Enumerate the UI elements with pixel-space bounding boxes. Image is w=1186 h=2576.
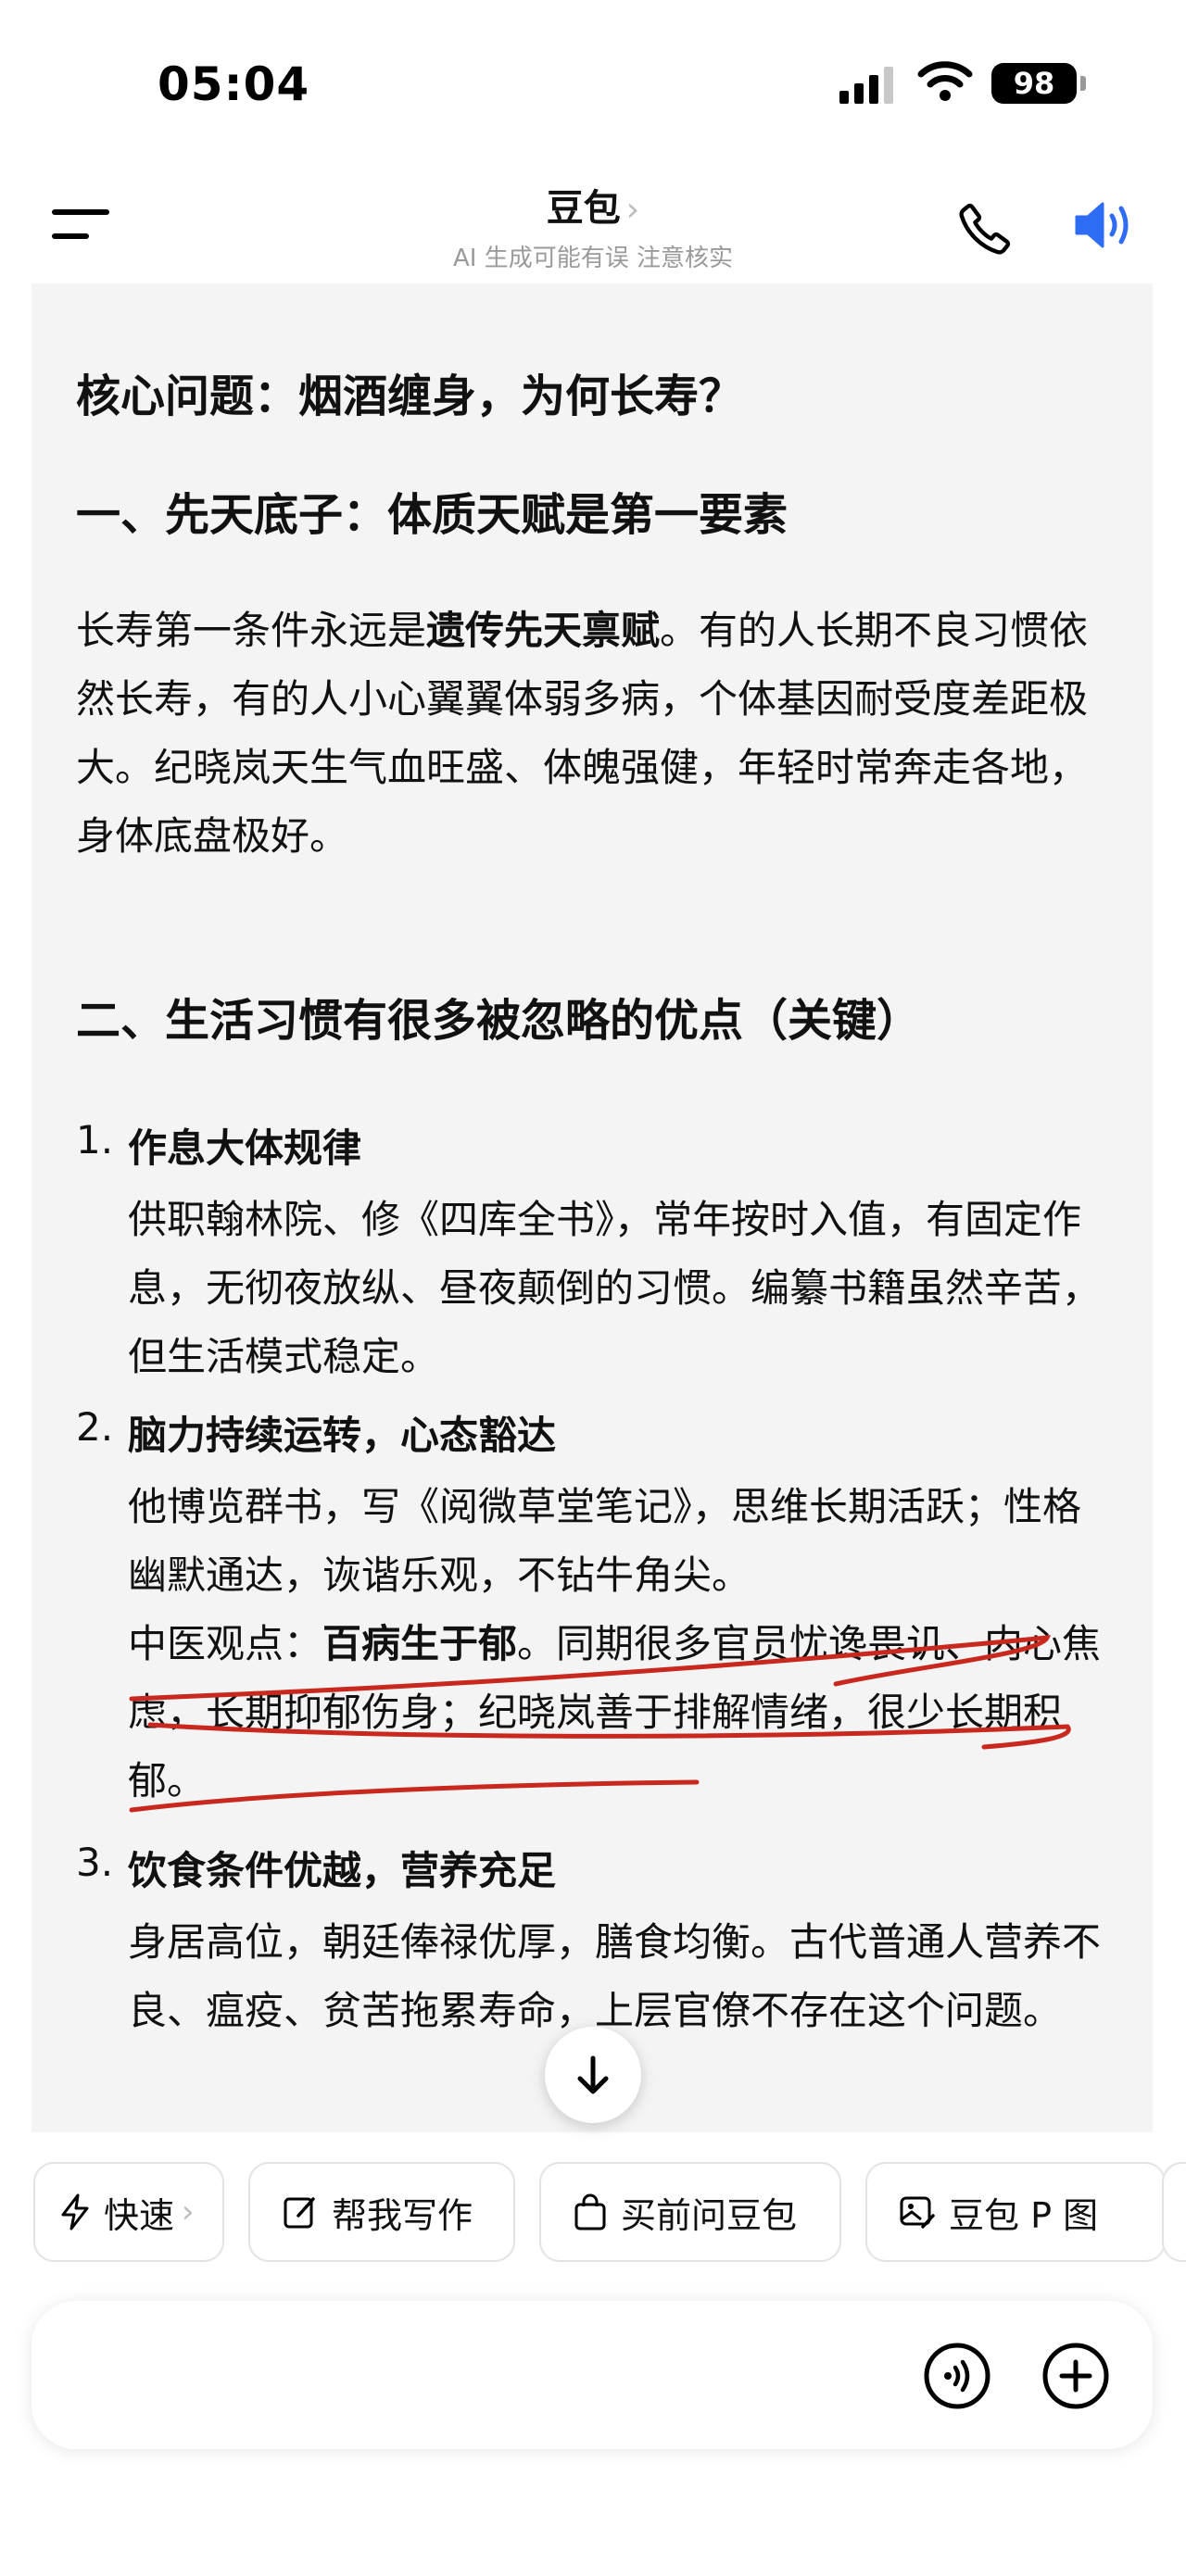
chip-label: 买前问豆包	[621, 2194, 798, 2236]
body-text: 他博览群书，写《阅微草堂笔记》，思维长期活跃；性格幽默通达，诙谐乐观，不钻牛角尖…	[128, 1484, 1082, 1598]
list-item-body: 身居高位，朝廷俸禄优厚，膳食均衡。古代普通人营养不良、瘟疫、贫苦拖累寿命，上层官…	[128, 1919, 1102, 2033]
chevron-right-icon: ›	[182, 2193, 195, 2230]
chevron-right-icon: ›	[625, 191, 640, 229]
chip-label: 快速	[104, 2194, 175, 2236]
scroll-to-bottom-button[interactable]	[545, 2027, 641, 2123]
message-heading: 核心问题：烟酒缠身，为何长寿？	[76, 371, 744, 422]
image-edit-icon	[899, 2193, 936, 2230]
para-bold: 遗传先天禀赋	[426, 608, 661, 653]
edit-icon	[282, 2193, 319, 2230]
list-number: 3.	[76, 1840, 114, 1885]
disclaimer-text: AI 生成可能有误 注意核实	[453, 245, 733, 272]
chip-shopping[interactable]: 买前问豆包	[539, 2162, 841, 2262]
chip-label: 豆包 P 图	[949, 2194, 1099, 2236]
message-input-bar[interactable]	[32, 2301, 1153, 2449]
chip-write[interactable]: 帮我写作	[248, 2162, 515, 2262]
bot-name: 豆包	[546, 187, 621, 230]
speaker-icon[interactable]	[1073, 198, 1138, 252]
body-text: 中医观点：	[128, 1621, 323, 1666]
chip-partial[interactable]	[1162, 2162, 1186, 2262]
voice-input-icon[interactable]	[923, 2342, 991, 2410]
section-2-title: 二、生活习惯有很多被忽略的优点（关键）	[76, 995, 922, 1047]
para-text: 长寿第一条件永远是	[76, 608, 427, 653]
status-time: 05:04	[158, 57, 310, 111]
section-1-title: 一、先天底子：体质天赋是第一要素	[76, 489, 789, 541]
cellular-signal-icon	[839, 67, 893, 104]
chip-label: 帮我写作	[332, 2194, 473, 2236]
body-bold: 百病生于郁	[322, 1621, 518, 1666]
section-1-paragraph: 长寿第一条件永远是遗传先天禀赋。有的人长期不良习惯依然长寿，有的人小心翼翼体弱多…	[76, 597, 1123, 871]
suggestion-chip-bar: 快速 › 帮我写作 买前问豆包 豆包 P 图	[0, 2162, 1186, 2268]
arrow-down-icon	[577, 2055, 609, 2094]
battery-nub	[1080, 76, 1086, 91]
plus-icon[interactable]	[1041, 2342, 1110, 2410]
phone-call-icon[interactable]	[956, 200, 1014, 258]
list-number: 2.	[76, 1404, 114, 1450]
chip-quick[interactable]: 快速 ›	[33, 2162, 224, 2262]
list-number: 1.	[76, 1117, 114, 1162]
chip-image-edit[interactable]: 豆包 P 图	[865, 2162, 1166, 2262]
list-item-body: 供职翰林院、修《四库全书》，常年按时入值，有固定作息，无彻夜放纵、昼夜颠倒的习惯…	[128, 1197, 1102, 1379]
wifi-icon	[917, 61, 973, 101]
page-title[interactable]: 豆包 ›	[315, 178, 871, 232]
lightning-icon	[59, 2193, 91, 2230]
list-item-title: 饮食条件优越，营养充足	[128, 1848, 557, 1893]
list-item-title: 作息大体规律	[128, 1125, 362, 1171]
shopping-bag-icon	[573, 2193, 608, 2230]
assistant-message: 核心问题：烟酒缠身，为何长寿？ 一、先天底子：体质天赋是第一要素 长寿第一条件永…	[32, 283, 1153, 2132]
list-item-body: 他博览群书，写《阅微草堂笔记》，思维长期活跃；性格幽默通达，诙谐乐观，不钻牛角尖…	[128, 1473, 1119, 1816]
battery-indicator: 98	[991, 63, 1077, 104]
status-bar: 05:04 98	[0, 0, 1186, 157]
list-item-title: 脑力持续运转，心态豁达	[128, 1413, 557, 1458]
chat-header[interactable]: 豆包 › AI 生成可能有误 注意核实	[315, 178, 871, 273]
menu-icon[interactable]	[52, 206, 109, 243]
